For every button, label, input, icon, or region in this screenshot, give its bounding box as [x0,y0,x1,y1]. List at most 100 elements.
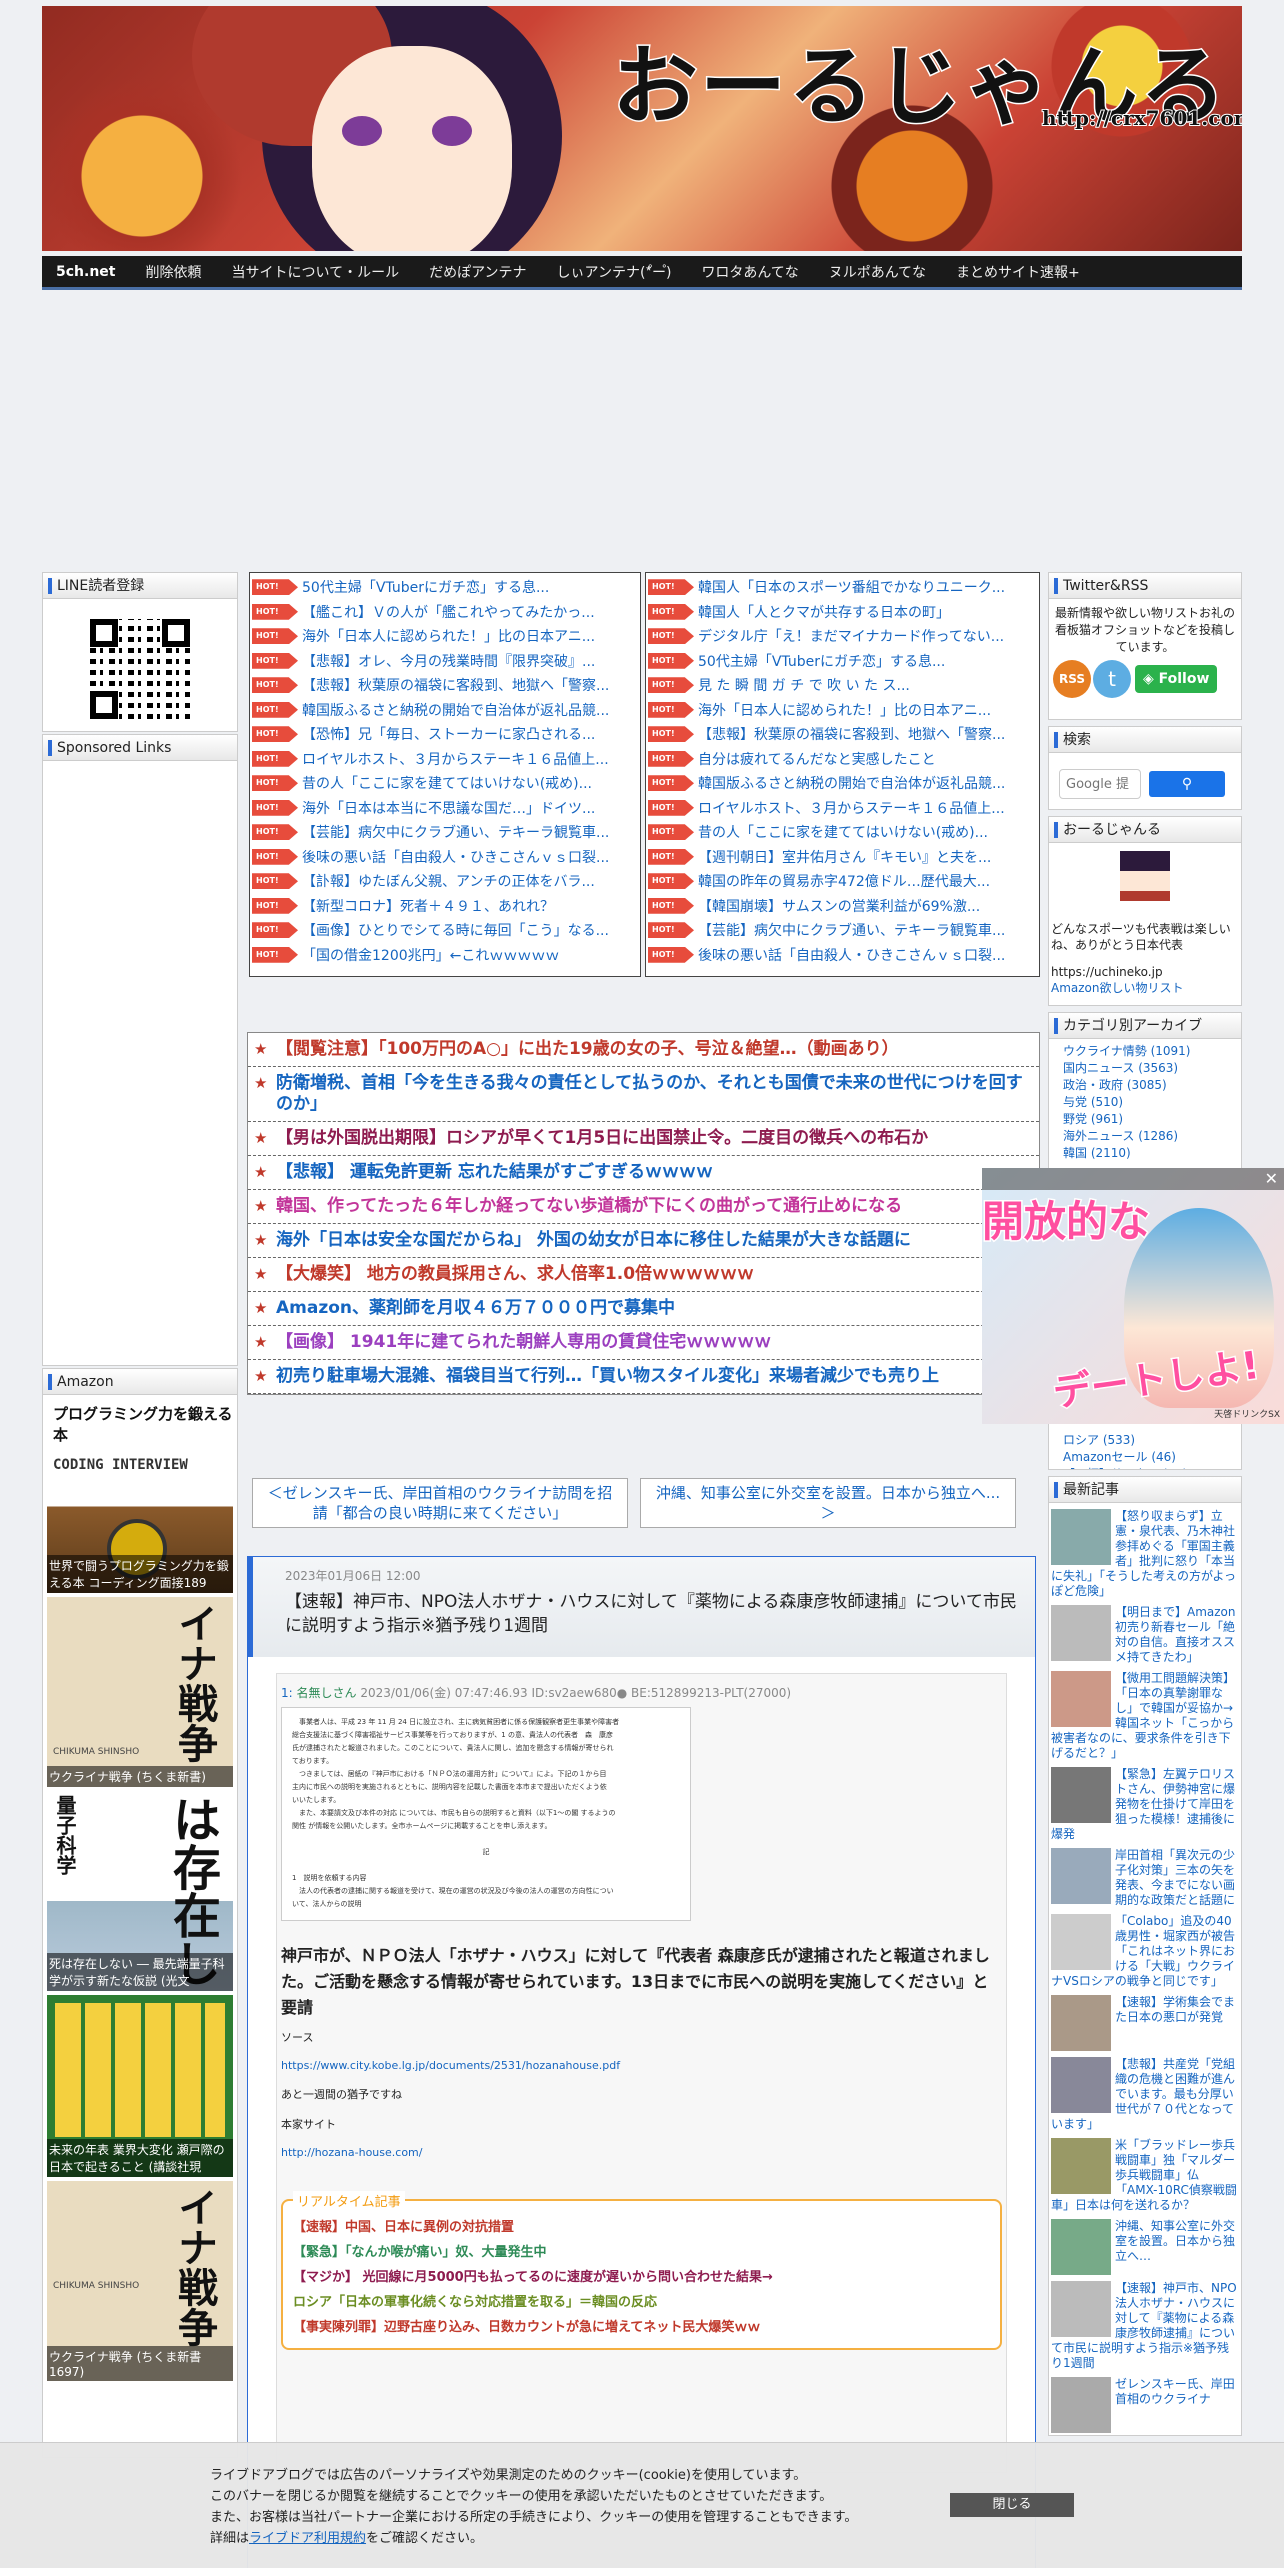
featured-link[interactable]: 【大爆笑】 地方の教員採用さん、求人倍率1.0倍ｗｗｗｗｗｗ [248,1258,1039,1292]
hot-link[interactable]: ロイヤルホスト、３月からステーキ１６品値上... [698,798,1005,818]
nav-delete-request[interactable]: 削除依頼 [145,262,201,282]
article-title[interactable]: 【速報】神戸市、NPO法人ホザナ・ハウスに対して『薬物による森康彦牧師逮捕』につ… [285,1590,1019,1638]
featured-link[interactable]: Amazon、薬剤師を月収４６万７０００円で募集中 [248,1292,1039,1326]
hot-item[interactable]: HOT! 昔の人「ここに家を建ててはいけない(戒め)... [250,771,640,796]
nav-about-rules[interactable]: 当サイトについて・ルール [231,262,399,282]
hot-link[interactable]: 韓国版ふるさと納税の開始で自治体が返礼品競... [302,700,609,720]
realtime-link[interactable]: 【速報】中国、日本に異例の対抗措置 [293,2215,990,2240]
hot-item[interactable]: HOT! 【恐怖】兄「毎日、ストーカーに家凸される... [250,722,640,747]
hot-item[interactable]: HOT! 「国の借金1200兆円」←これｗｗｗｗｗ [250,943,640,968]
hot-link[interactable]: 韓国版ふるさと納税の開始で自治体が返礼品競... [698,773,1005,793]
hot-link[interactable]: 【訃報】ゆたぼん父親、アンチの正体をバラ... [302,871,595,891]
featured-link[interactable]: 防衛増税、首相「今を生きる我々の責任として払うのか、それとも国債で未来の世代につ… [248,1067,1039,1122]
search-button[interactable]: ⚲ [1149,771,1225,797]
hot-item[interactable]: HOT! 50代主婦「VTuberにガチ恋」する息... [646,649,1039,674]
hot-link[interactable]: 50代主婦「VTuberにガチ恋」する息... [698,651,945,671]
nav-5ch[interactable]: 5ch.net [56,264,115,280]
hot-item[interactable]: HOT! 【悲報】オレ、今月の残業時間『限界突破』... [250,649,640,674]
latest-article[interactable]: 【怒り収まらず】立憲・泉代表、乃木神社参拝めぐる「軍国主義者」批判に怒り「本当に… [1051,1509,1239,1599]
featured-link[interactable]: 韓国、作ってたった６年しか経ってない歩道橋が下にくの曲がって通行止めになる [248,1190,1039,1224]
featured-link[interactable]: 【悲報】 運転免許更新 忘れた結果がすごすぎるｗｗｗｗ [248,1156,1039,1190]
category-link[interactable]: 海外ニュース (1286) [1063,1128,1241,1145]
latest-article[interactable]: 【速報】学術集会でまた日本の悪口が発覚 [1051,1995,1239,2051]
latest-thumbnail[interactable] [1051,1671,1111,1727]
latest-link[interactable]: ゼレンスキー氏、岸田首相のウクライナ [1115,2377,1235,2406]
hot-link[interactable]: デジタル庁「え！まだマイナカード作ってない... [698,626,1004,646]
official-document-image[interactable]: 事業者人は、平成 23 年 11 月 24 日に設立され、主に病気貧困者に係る保… [281,1707,691,1921]
hot-link[interactable]: 自分は疲れてるんだなと実感したこと [698,749,936,769]
hot-item[interactable]: HOT! 自分は疲れてるんだなと実感したこと [646,747,1039,772]
featured-link[interactable]: 【閲覧注意】「100万円のA○」に出た19歳の女の子、号泣＆絶望…（動画あり） [248,1033,1039,1067]
latest-thumbnail[interactable] [1051,1767,1111,1823]
latest-article[interactable]: 【悲報】共産党「党組織の危機と困難が進んでいます。最も分厚い世代が７０代となって… [1051,2057,1239,2132]
hot-item[interactable]: HOT! 50代主婦「VTuberにガチ恋」する息... [250,575,640,600]
hot-item[interactable]: HOT! 【画像】ひとりでシてる時に毎回「こう」なる... [250,918,640,943]
latest-thumbnail[interactable] [1051,2219,1111,2275]
hot-item[interactable]: HOT! 見 た 瞬 間 ガ チ で 吹 い た ス... [646,673,1039,698]
latest-article[interactable]: 米「ブラッドレー歩兵戦闘車」独「マルダー歩兵戦闘車」仏「AMX-10RC偵察戦闘… [1051,2138,1239,2213]
hot-item[interactable]: HOT! 【悲報】秋葉原の福袋に客殺到、地獄へ「警察... [250,673,640,698]
hot-link[interactable]: 海外「日本は本当に不思議な国だ…」ドイツ... [302,798,595,818]
latest-link[interactable]: 岸田首相「異次元の少子化対策」三本の矢を発表、今までにない画期的な政策だと話題に [1115,1848,1235,1907]
hot-link[interactable]: 【新型コロナ】死者＋４９１、あれれ？ [302,896,554,916]
featured-link[interactable]: 海外「日本は安全な国だからね」 外国の幼女が日本に移住した結果が大きな話題に [248,1224,1039,1258]
hot-item[interactable]: HOT! 韓国版ふるさと納税の開始で自治体が返礼品競... [250,698,640,723]
hot-item[interactable]: HOT! 海外「日本は本当に不思議な国だ…」ドイツ... [250,796,640,821]
hot-link[interactable]: ロイヤルホスト、３月からステーキ１６品値上... [302,749,609,769]
hot-link[interactable]: 韓国人「日本のスポーツ番組でかなりユニーク... [698,577,1005,597]
latest-article[interactable]: 【緊急】左翼テロリストさん、伊勢神宮に爆発物を仕掛けて岸田を狙った模様！逮捕後に… [1051,1767,1239,1842]
hot-link[interactable]: 【悲報】秋葉原の福袋に客殺到、地獄へ「警察... [698,724,1005,744]
realtime-link[interactable]: 【緊急】「なんか喉が痛い」奴、大量発生中 [293,2240,990,2265]
hot-link[interactable]: 海外「日本人に認められた！」比の日本アニ... [302,626,595,646]
hot-link[interactable]: 昔の人「ここに家を建ててはいけない(戒め)... [698,822,988,842]
category-link[interactable]: ウクライナ情勢 (1091) [1063,1043,1241,1060]
hot-item[interactable]: HOT! 【新型コロナ】死者＋４９１、あれれ？ [250,894,640,919]
about-url[interactable]: https://uchineko.jp [1049,953,1241,979]
category-link[interactable]: ロシア (533) [1063,1432,1241,1449]
category-link[interactable]: Amazonセール (46) [1063,1449,1241,1466]
latest-thumbnail[interactable] [1051,2138,1111,2194]
profile-avatar[interactable] [1120,851,1170,901]
hot-link[interactable]: 【悲報】オレ、今月の残業時間『限界突破』... [302,651,595,671]
nav-matome-sokuho[interactable]: まとめサイト速報+ [956,262,1080,282]
line-qr-code[interactable] [90,619,190,719]
category-link[interactable]: 韓国 (2110) [1063,1145,1241,1162]
site-link[interactable]: http://hozana-house.com/ [281,2146,1002,2159]
amazon-wishlist-link[interactable]: Amazon欲しい物リスト [1049,979,1241,996]
hot-link[interactable]: 【悲報】秋葉原の福袋に客殺到、地獄へ「警察... [302,675,609,695]
cookie-close-button[interactable]: 閉じる [950,2493,1074,2517]
latest-article[interactable]: 【明日まで】Amazon初売り新春セール「絶対の自信。直接オススメ持てきたわ」 [1051,1605,1239,1665]
search-input[interactable] [1059,769,1141,799]
latest-article[interactable]: 【微用工問題解決策】「日本の真摯謝罪なし」で韓国が妥協か→韓国ネット「こっから被… [1051,1671,1239,1761]
hot-link[interactable]: 海外「日本人に認められた！」比の日本アニ... [698,700,991,720]
ad-popup[interactable]: ✕ 開放的な デートしよ! 天啓ドリンクSX [982,1168,1284,1424]
featured-link[interactable]: 【男は外国脱出期限】ロシアが早くて1月5日に出国禁止令。二度目の徴兵への布石か [248,1122,1039,1156]
latest-article[interactable]: 岸田首相「異次元の少子化対策」三本の矢を発表、今までにない画期的な政策だと話題に [1051,1848,1239,1908]
latest-thumbnail[interactable] [1051,1914,1111,1970]
hot-item[interactable]: HOT! 後味の悪い話「自由殺人・ひきこさんｖｓ口裂... [646,943,1039,968]
realtime-link[interactable]: 【事実陳列罪】辺野古座り込み、日数カウントが急に増えてネット民大爆笑ｗｗ [293,2315,990,2340]
hot-item[interactable]: HOT! デジタル庁「え！まだマイナカード作ってない... [646,624,1039,649]
hot-item[interactable]: HOT! 韓国の昨年の貿易赤字472億ドル…歴代最大... [646,869,1039,894]
latest-thumbnail[interactable] [1051,1848,1111,1904]
hot-link[interactable]: 【芸能】病欠中にクラブ通い、テキーラ観覧車... [302,822,609,842]
latest-article[interactable]: 【速報】神戸市、NPO法人ホザナ・ハウスに対して『薬物による森康彦牧師逮捕』につ… [1051,2281,1239,2371]
hot-item[interactable]: HOT! 【韓国崩壊】サムスンの営業利益が69%激... [646,894,1039,919]
terms-link[interactable]: ライブドア利用規約 [249,2531,366,2546]
latest-thumbnail[interactable] [1051,1509,1111,1565]
hot-link[interactable]: 後味の悪い話「自由殺人・ひきこさんｖｓ口裂... [302,847,609,867]
amazon-book[interactable]: イナ戦争 CHIKUMA SHINSHO ウクライナ戦争 (ちくま新書 1697… [47,2181,233,2381]
feedly-follow-button[interactable]: ◈ Follow [1135,665,1218,693]
hot-link[interactable]: 昔の人「ここに家を建ててはいけない(戒め)... [302,773,592,793]
latest-link[interactable]: 【明日まで】Amazon初売り新春セール「絶対の自信。直接オススメ持てきたわ」 [1115,1605,1236,1664]
nav-shii-antenna[interactable]: しぃアンテナ(*゚ー゚) [557,262,672,282]
hot-item[interactable]: HOT! ロイヤルホスト、３月からステーキ１６品値上... [250,747,640,772]
hot-item[interactable]: HOT! 韓国人「人とクマが共存する日本の町」 [646,600,1039,625]
hot-item[interactable]: HOT! 【芸能】病欠中にクラブ通い、テキーラ観覧車... [250,820,640,845]
next-article-link[interactable]: 沖縄、知事公室に外交室を設置。日本から独立へ... ＞ [640,1478,1016,1528]
latest-thumbnail[interactable] [1051,1605,1111,1661]
realtime-link[interactable]: 【マジか】 光回線に月5000円も払ってるのに速度が遅いから問い合わせた結果→ [293,2265,990,2290]
close-icon[interactable]: ✕ [1265,1169,1278,1188]
rss-icon[interactable]: RSS [1053,660,1091,698]
hot-link[interactable]: 見 た 瞬 間 ガ チ で 吹 い た ス... [698,675,910,695]
